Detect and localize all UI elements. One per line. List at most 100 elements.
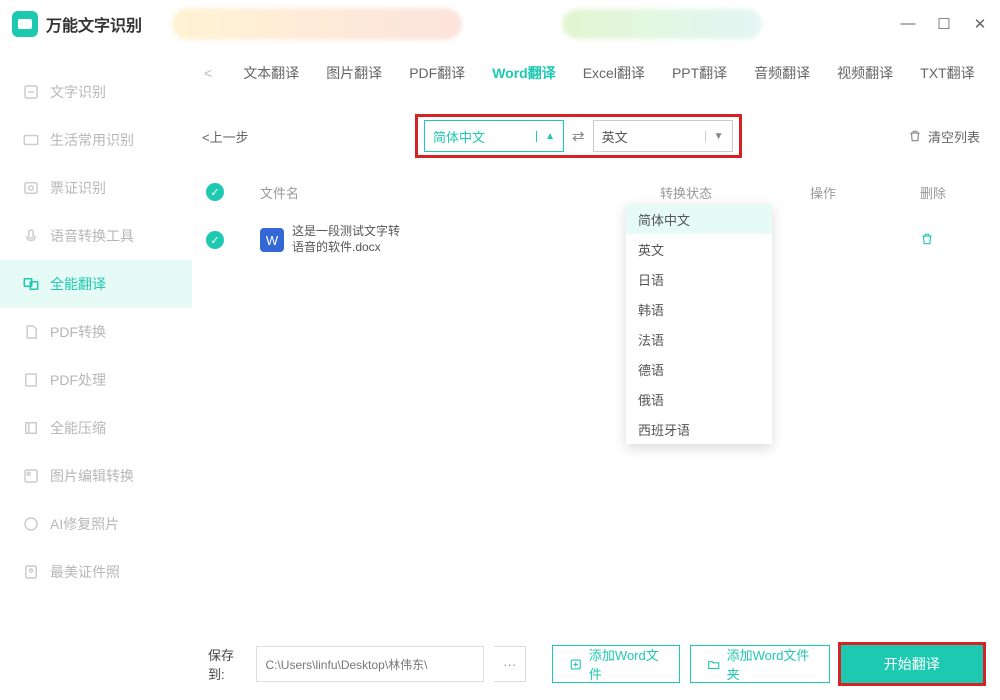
row-name-cell: W 这是一段测试文字转语音的软件.docx bbox=[260, 224, 410, 255]
minimize-button[interactable]: — bbox=[900, 15, 916, 33]
lang-option[interactable]: 韩语 bbox=[626, 294, 772, 324]
sidebar-item-pdf-convert[interactable]: PDF转换 bbox=[0, 308, 192, 356]
sidebar-item-voice-tool[interactable]: 语音转换工具 bbox=[0, 212, 192, 260]
close-button[interactable]: ✕ bbox=[972, 15, 988, 33]
folder-icon bbox=[707, 657, 720, 672]
header-op: 操作 bbox=[810, 183, 920, 202]
ai-icon bbox=[22, 515, 40, 533]
sidebar-item-text-ocr[interactable]: 文字识别 bbox=[0, 68, 192, 116]
app-title: 万能文字识别 bbox=[46, 12, 142, 36]
table-header-row: ✓ 文件名 原始格式 大小 转换状态 操作 删除 bbox=[200, 172, 980, 212]
target-language-value: 英文 bbox=[602, 127, 628, 146]
source-language-select[interactable]: 简体中文 ▲ bbox=[424, 120, 564, 152]
window-controls: — ☐ ✕ bbox=[900, 15, 988, 33]
save-path-input[interactable] bbox=[256, 646, 483, 682]
start-label: 开始翻译 bbox=[884, 654, 940, 674]
word-file-icon: W bbox=[260, 228, 284, 252]
lang-option[interactable]: 俄语 bbox=[626, 384, 772, 414]
sidebar-item-label: 文字识别 bbox=[50, 82, 106, 102]
sidebar-item-translate[interactable]: 全能翻译 bbox=[0, 260, 192, 308]
sidebar-item-label: 全能翻译 bbox=[50, 274, 106, 294]
trash-icon bbox=[908, 129, 922, 143]
tabs-prev-arrow-icon[interactable]: < bbox=[200, 65, 216, 81]
sidebar-item-ticket-ocr[interactable]: 票证识别 bbox=[0, 164, 192, 212]
lang-option[interactable]: 日语 bbox=[626, 264, 772, 294]
clear-list-button[interactable]: 清空列表 bbox=[908, 127, 980, 146]
start-translate-button[interactable]: 开始翻译 bbox=[840, 644, 984, 684]
header-size: 大小 bbox=[570, 183, 660, 202]
ocr-icon bbox=[22, 83, 40, 101]
sidebar-item-label: 生活常用识别 bbox=[50, 130, 134, 150]
tab-video-translate[interactable]: 视频翻译 bbox=[837, 63, 893, 83]
sidebar: 文字识别 生活常用识别 票证识别 语音转换工具 全能翻译 PDF转换 PDF处理… bbox=[0, 48, 192, 700]
tab-image-translate[interactable]: 图片翻译 bbox=[326, 63, 382, 83]
tab-txt-translate[interactable]: TXT翻译 bbox=[920, 63, 974, 83]
sidebar-item-id-photo[interactable]: 最美证件照 bbox=[0, 548, 192, 596]
sidebar-item-ai-repair[interactable]: AI修复照片 bbox=[0, 500, 192, 548]
sidebar-item-label: AI修复照片 bbox=[50, 514, 119, 534]
tab-excel-translate[interactable]: Excel翻译 bbox=[583, 63, 645, 83]
sidebar-item-life-ocr[interactable]: 生活常用识别 bbox=[0, 116, 192, 164]
id-icon bbox=[22, 563, 40, 581]
lang-option[interactable]: 德语 bbox=[626, 354, 772, 384]
row-delete-button[interactable] bbox=[920, 232, 980, 249]
compress-icon bbox=[22, 419, 40, 437]
blurred-banner-left bbox=[172, 8, 462, 40]
sidebar-item-label: 全能压缩 bbox=[50, 418, 106, 438]
tab-text-translate[interactable]: 文本翻译 bbox=[243, 63, 299, 83]
header-del: 删除 bbox=[920, 183, 980, 202]
sidebar-item-label: PDF处理 bbox=[50, 370, 106, 390]
sidebar-item-label: 最美证件照 bbox=[50, 562, 120, 582]
swap-languages-icon[interactable]: ⇄ bbox=[572, 127, 585, 145]
lang-option[interactable]: 英文 bbox=[626, 234, 772, 264]
footer-bar: 保存到: ··· 添加Word文件 添加Word文件夹 开始翻译 bbox=[208, 642, 984, 686]
sidebar-item-compress[interactable]: 全能压缩 bbox=[0, 404, 192, 452]
lang-option[interactable]: 简体中文 bbox=[626, 204, 772, 234]
life-icon bbox=[22, 131, 40, 149]
clear-list-label: 清空列表 bbox=[928, 127, 980, 146]
save-to-label: 保存到: bbox=[208, 645, 246, 683]
trash-icon bbox=[920, 232, 934, 246]
tabs-bar: < 文本翻译 图片翻译 PDF翻译 Word翻译 Excel翻译 PPT翻译 音… bbox=[200, 54, 980, 92]
main-panel: < 文本翻译 图片翻译 PDF翻译 Word翻译 Excel翻译 PPT翻译 音… bbox=[192, 48, 1000, 700]
lang-option[interactable]: 法语 bbox=[626, 324, 772, 354]
add-file-label: 添加Word文件 bbox=[589, 645, 663, 683]
header-checkbox[interactable]: ✓ bbox=[200, 183, 260, 201]
voice-icon bbox=[22, 227, 40, 245]
sidebar-item-image-edit[interactable]: 图片编辑转换 bbox=[0, 452, 192, 500]
header-name: 文件名 bbox=[260, 183, 410, 202]
row-checkbox[interactable]: ✓ bbox=[200, 231, 260, 249]
add-word-file-button[interactable]: 添加Word文件 bbox=[552, 645, 680, 683]
blurred-banner-right bbox=[562, 9, 762, 39]
source-language-dropdown: 简体中文 英文 日语 韩语 法语 德语 俄语 西班牙语 bbox=[626, 204, 772, 444]
sidebar-item-pdf-process[interactable]: PDF处理 bbox=[0, 356, 192, 404]
pdf-convert-icon bbox=[22, 323, 40, 341]
target-language-select[interactable]: 英文 ▼ bbox=[593, 120, 733, 152]
tab-pdf-translate[interactable]: PDF翻译 bbox=[409, 63, 465, 83]
add-folder-label: 添加Word文件夹 bbox=[727, 645, 813, 683]
tab-audio-translate[interactable]: 音频翻译 bbox=[754, 63, 810, 83]
sidebar-item-label: 图片编辑转换 bbox=[50, 466, 134, 486]
header-format: 原始格式 bbox=[410, 183, 570, 202]
language-selector-group: 简体中文 ▲ ⇄ 英文 ▼ bbox=[415, 114, 742, 158]
plus-icon bbox=[569, 657, 582, 672]
source-language-value: 简体中文 bbox=[433, 127, 485, 146]
sidebar-item-label: 语音转换工具 bbox=[50, 226, 134, 246]
header-status: 转换状态 bbox=[660, 183, 810, 202]
back-step-link[interactable]: <上一步 bbox=[200, 127, 249, 146]
toolbar-row: <上一步 简体中文 ▲ ⇄ 英文 ▼ 清空列表 bbox=[200, 114, 980, 158]
maximize-button[interactable]: ☐ bbox=[936, 15, 952, 33]
caret-up-icon: ▲ bbox=[536, 131, 555, 142]
browse-path-button[interactable]: ··· bbox=[494, 646, 527, 682]
tab-ppt-translate[interactable]: PPT翻译 bbox=[672, 63, 727, 83]
lang-option[interactable]: 西班牙语 bbox=[626, 414, 772, 444]
check-icon: ✓ bbox=[206, 183, 224, 201]
row-format: DOCX bbox=[410, 233, 570, 248]
app-logo-icon bbox=[12, 11, 38, 37]
add-word-folder-button[interactable]: 添加Word文件夹 bbox=[690, 645, 829, 683]
tab-word-translate[interactable]: Word翻译 bbox=[492, 63, 556, 83]
sidebar-item-label: PDF转换 bbox=[50, 322, 106, 342]
row-file-name: 这是一段测试文字转语音的软件.docx bbox=[292, 224, 410, 255]
translate-icon bbox=[22, 275, 40, 293]
check-icon: ✓ bbox=[206, 231, 224, 249]
